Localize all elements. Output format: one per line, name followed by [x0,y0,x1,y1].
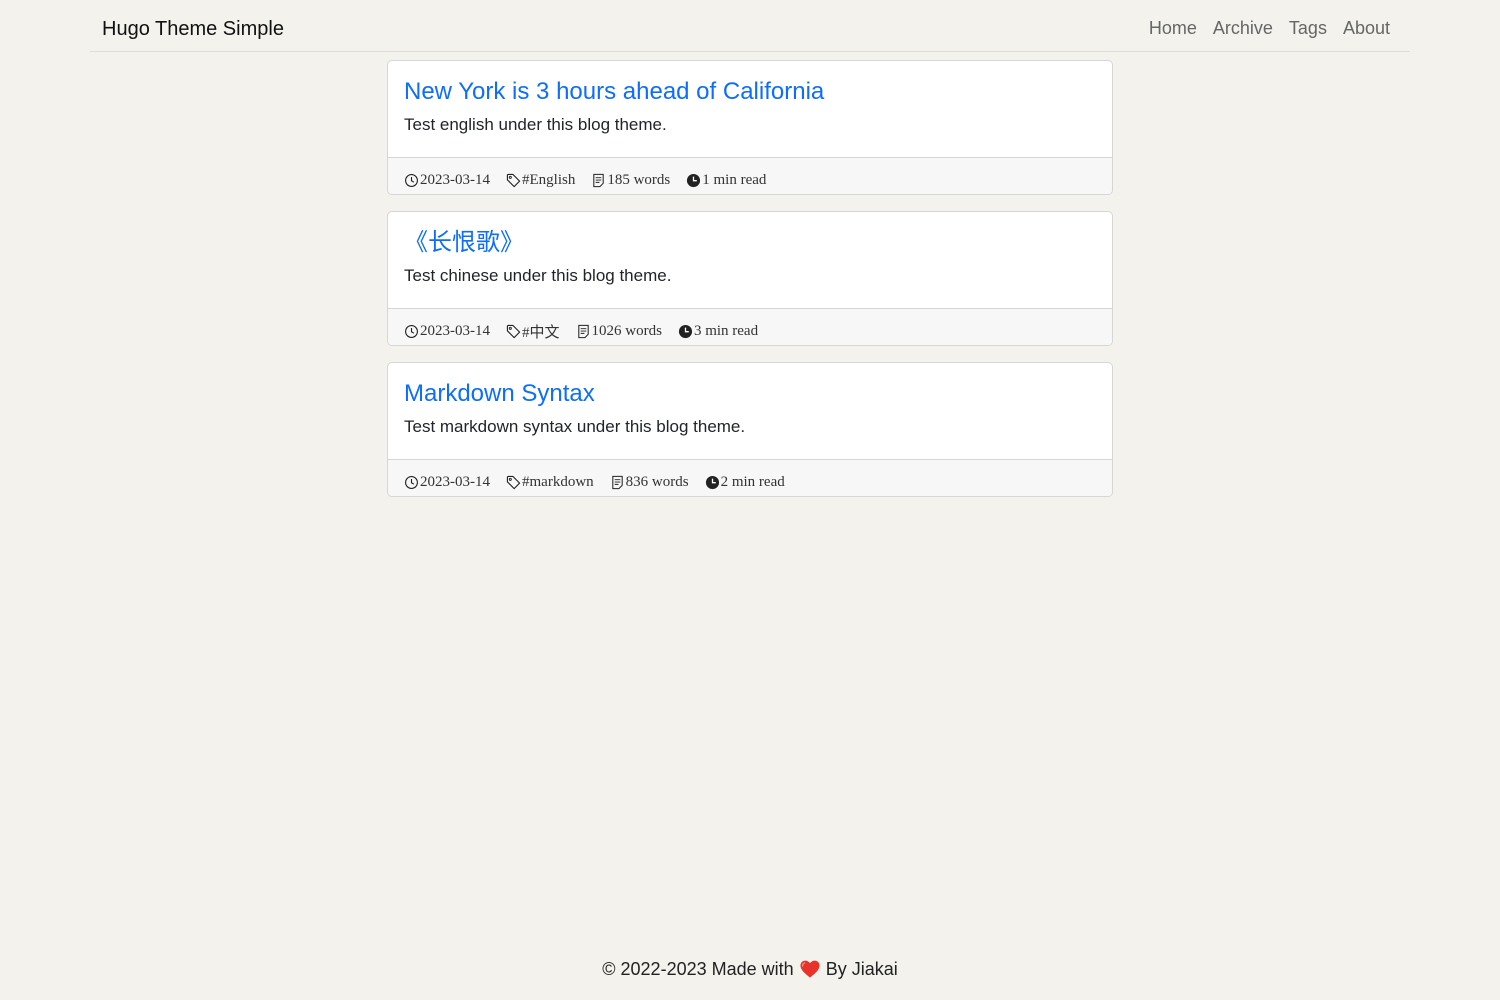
post-read-time-text: 1 min read [702,171,767,188]
clock-icon [404,173,419,188]
post-read-time-text: 3 min read [693,322,759,339]
post-date-text: 2023-03-14 [420,171,490,188]
clock-filled-icon [705,475,720,490]
post-card: Markdown Syntax Test markdown syntax und… [387,362,1113,497]
post-summary: Test english under this blog theme. [404,115,667,134]
top-navbar: Hugo Theme Simple Home Archive Tags Abou… [90,0,1410,52]
post-meta: 2023-03-14 #English 185 words 1 min read [388,157,1112,194]
post-date-text: 2023-03-14 [420,473,490,490]
nav-about-link[interactable]: About [1343,18,1390,39]
post-date: 2023-03-14 [404,322,490,340]
post-card-body: New York is 3 hours ahead of California … [388,61,1112,157]
post-read-time: 3 min read [678,322,758,340]
post-read-time-text: 2 min read [720,473,785,490]
post-tag-text: #中文 [522,324,560,341]
post-tag-link[interactable]: #中文 [506,322,560,341]
post-list: New York is 3 hours ahead of California … [387,60,1113,513]
post-word-count-text: 1026 words [591,322,662,339]
clock-filled-icon [686,173,701,188]
nav-tags-link[interactable]: Tags [1289,18,1327,39]
post-read-time: 2 min read [705,473,785,491]
document-icon [576,324,591,339]
nav-links: Home Archive Tags About [1133,18,1390,39]
post-card: New York is 3 hours ahead of California … [387,60,1113,195]
clock-icon [404,475,419,490]
post-date: 2023-03-14 [404,171,490,189]
nav-home-link[interactable]: Home [1149,18,1197,39]
heart-icon [799,959,821,979]
post-card: 《长恨歌》 Test chinese under this blog theme… [387,211,1113,346]
post-tag-link[interactable]: #English [506,171,575,189]
post-card-body: Markdown Syntax Test markdown syntax und… [388,363,1112,459]
post-title-link[interactable]: Markdown Syntax [404,380,1096,408]
clock-icon [404,324,419,339]
post-tag-link[interactable]: #markdown [506,473,594,491]
post-tag-text: #markdown [522,473,594,490]
post-word-count: 185 words [591,171,670,189]
post-date-text: 2023-03-14 [420,322,490,339]
post-tag-text: #English [522,171,576,188]
post-word-count-text: 836 words [625,473,689,490]
post-meta: 2023-03-14 #markdown 836 words 2 min rea… [388,459,1112,496]
post-read-time: 1 min read [686,171,766,189]
tag-icon [506,324,521,339]
post-word-count: 836 words [610,473,689,491]
nav-archive-link[interactable]: Archive [1213,18,1273,39]
page-footer: © 2022-2023 Made with By Jiakai [0,958,1500,980]
footer-copyright: © 2022-2023 Made with [602,958,794,979]
tag-icon [506,475,521,490]
post-word-count: 1026 words [576,322,662,340]
post-meta: 2023-03-14 #中文 1026 words 3 min read [388,308,1112,345]
clock-filled-icon [678,324,693,339]
post-title-link[interactable]: 《长恨歌》 [404,229,1096,257]
tag-icon [506,173,521,188]
post-summary: Test chinese under this blog theme. [404,266,672,285]
footer-author: By Jiakai [825,958,898,979]
site-title-link[interactable]: Hugo Theme Simple [102,18,284,41]
document-icon [610,475,625,490]
post-date: 2023-03-14 [404,473,490,491]
post-title-link[interactable]: New York is 3 hours ahead of California [404,78,1096,106]
post-word-count-text: 185 words [607,171,671,188]
post-card-body: 《长恨歌》 Test chinese under this blog theme… [388,212,1112,308]
post-summary: Test markdown syntax under this blog the… [404,417,746,436]
document-icon [591,173,606,188]
